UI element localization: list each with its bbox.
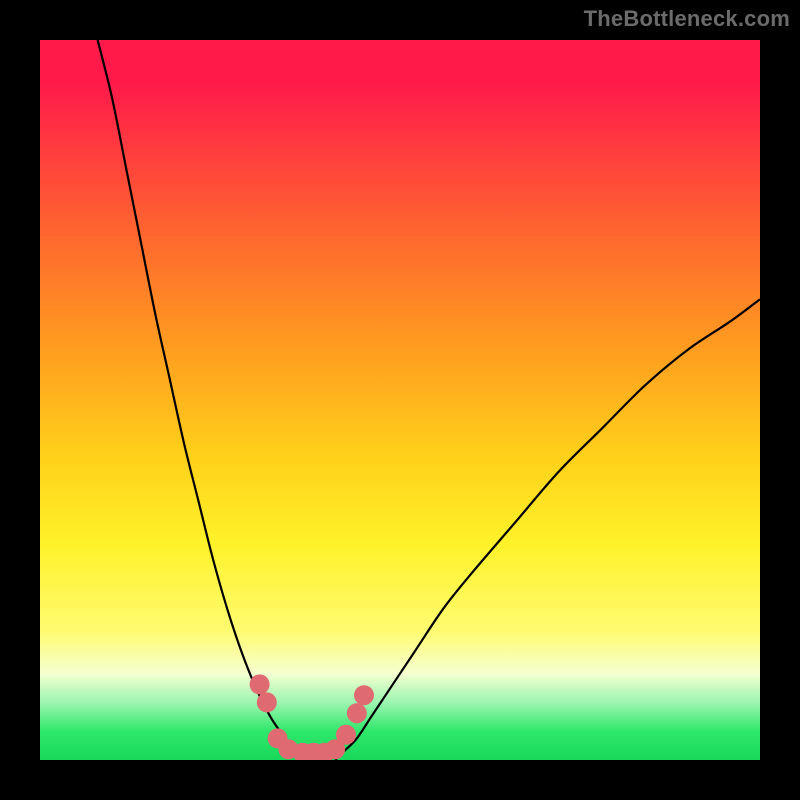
watermark-text: TheBottleneck.com: [584, 6, 790, 32]
scatter-dots: [250, 674, 374, 760]
outer-frame: TheBottleneck.com: [0, 0, 800, 800]
right-curve: [335, 299, 760, 760]
scatter-dot: [354, 685, 374, 705]
scatter-dot: [250, 674, 270, 694]
scatter-dot: [347, 703, 367, 723]
left-curve: [98, 40, 300, 760]
scatter-dot: [336, 725, 356, 745]
chart-svg: [40, 40, 760, 760]
plot-area: [40, 40, 760, 760]
scatter-dot: [257, 692, 277, 712]
